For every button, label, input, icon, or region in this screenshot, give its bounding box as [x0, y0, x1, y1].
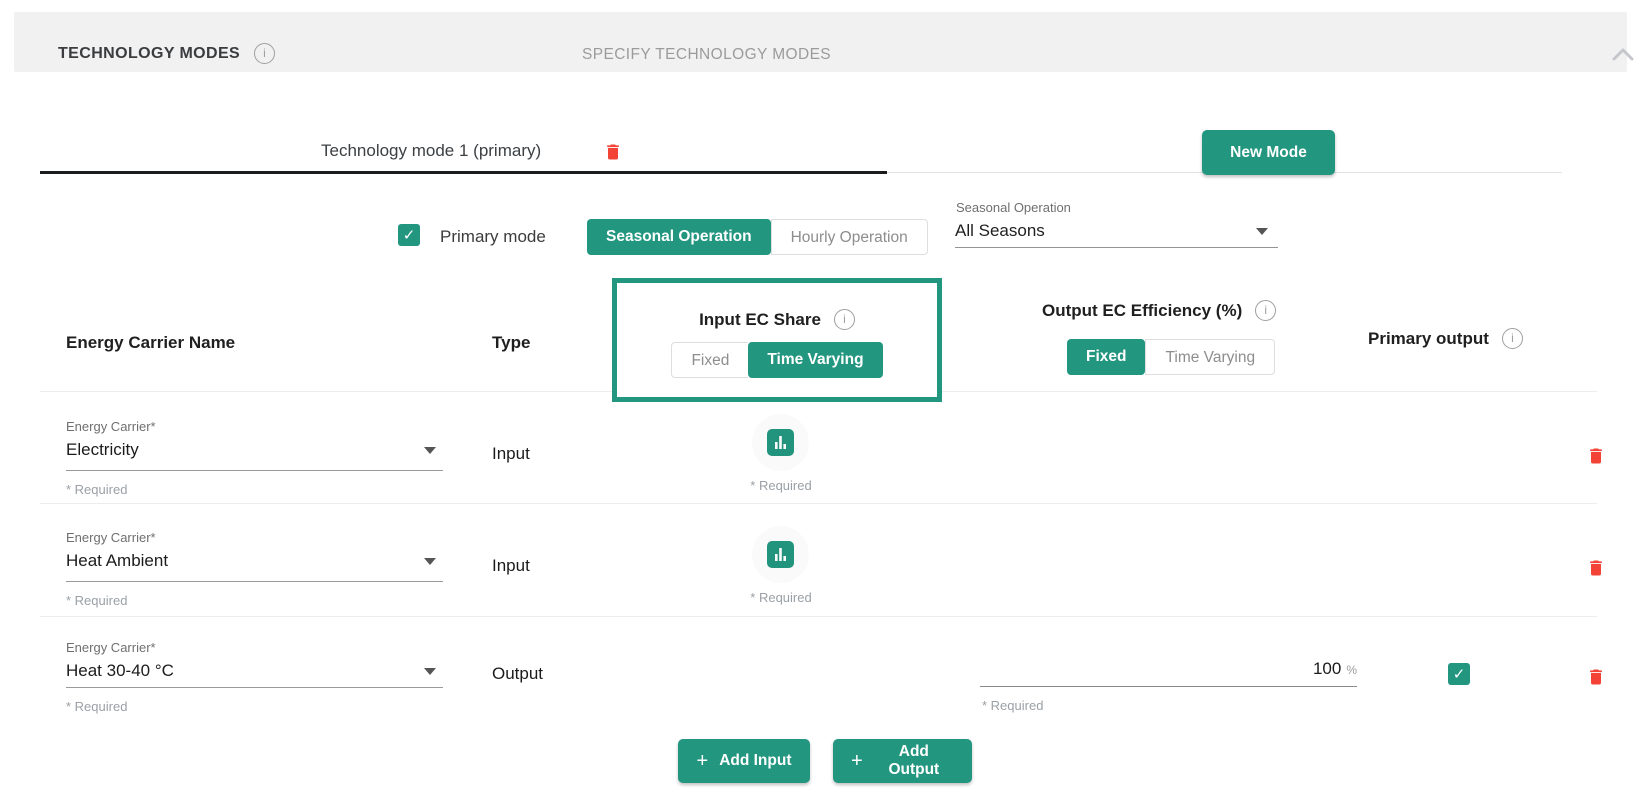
- tab-technology-mode-1[interactable]: Technology mode 1 (primary): [321, 141, 541, 161]
- field-underline: [980, 686, 1357, 687]
- operation-toggle: Seasonal Operation Hourly Operation: [587, 219, 928, 255]
- info-icon[interactable]: [1502, 328, 1523, 349]
- new-mode-button[interactable]: New Mode: [1202, 130, 1335, 175]
- seasonal-operation-select-label: Seasonal Operation: [956, 200, 1071, 215]
- required-hint: * Required: [66, 699, 127, 714]
- section-subtitle: SPECIFY TECHNOLOGY MODES: [582, 46, 831, 64]
- select-underline: [955, 247, 1278, 248]
- bar-chart-icon: [767, 429, 794, 456]
- info-icon[interactable]: [1255, 300, 1276, 321]
- dropdown-caret-icon[interactable]: [424, 447, 436, 454]
- field-underline: [66, 687, 443, 688]
- energy-carrier-select[interactable]: Heat Ambient: [66, 551, 168, 571]
- carrier-type: Input: [492, 444, 530, 464]
- info-icon[interactable]: [834, 309, 855, 330]
- input-share-chart-button[interactable]: [767, 429, 794, 456]
- carrier-type: Output: [492, 664, 543, 684]
- input-share-fixed-toggle[interactable]: Fixed: [671, 342, 748, 378]
- divider: [40, 616, 1597, 617]
- field-underline: [66, 470, 443, 471]
- input-ec-share-highlight-box: Input EC Share Fixed Time Varying: [612, 278, 942, 402]
- required-hint: * Required: [731, 590, 831, 605]
- column-header-primary-output: Primary output: [1368, 329, 1489, 349]
- column-header-energy-carrier: Energy Carrier Name: [66, 333, 235, 353]
- field-underline: [66, 581, 443, 582]
- delete-row-button[interactable]: [1586, 444, 1606, 468]
- efficiency-field[interactable]: 100%: [980, 659, 1357, 679]
- toggle-seasonal-operation[interactable]: Seasonal Operation: [587, 219, 771, 255]
- output-efficiency-mode-toggle: Fixed Time Varying: [1067, 339, 1275, 375]
- column-header-type: Type: [492, 333, 530, 353]
- input-share-time-varying-toggle[interactable]: Time Varying: [748, 342, 882, 378]
- output-efficiency-header: Output EC Efficiency (%): [1042, 300, 1276, 321]
- add-input-button[interactable]: + Add Input: [678, 739, 810, 783]
- bar-chart-icon: [767, 541, 794, 568]
- primary-mode-checkbox[interactable]: [398, 224, 420, 246]
- trash-icon: [1586, 444, 1606, 468]
- add-input-label: Add Input: [719, 752, 791, 770]
- energy-carrier-select[interactable]: Electricity: [66, 440, 139, 460]
- plus-icon: +: [851, 751, 863, 771]
- dropdown-caret-icon[interactable]: [424, 668, 436, 675]
- info-icon[interactable]: [254, 43, 275, 64]
- required-hint: * Required: [66, 593, 127, 608]
- input-share-chart-button[interactable]: [767, 541, 794, 568]
- section-title: TECHNOLOGY MODES: [58, 45, 240, 63]
- primary-output-header: Primary output: [1368, 328, 1523, 349]
- trash-icon: [603, 140, 623, 164]
- efficiency-unit: %: [1346, 663, 1357, 677]
- trash-icon: [1586, 556, 1606, 580]
- output-efficiency-fixed-toggle[interactable]: Fixed: [1067, 339, 1145, 375]
- technology-modes-panel: TECHNOLOGY MODES SPECIFY TECHNOLOGY MODE…: [0, 0, 1635, 803]
- energy-carrier-field-label: Energy Carrier*: [66, 419, 156, 434]
- energy-carrier-select[interactable]: Heat 30-40 °C: [66, 661, 174, 681]
- add-output-label: Add Output: [874, 743, 954, 779]
- delete-row-button[interactable]: [1586, 665, 1606, 689]
- energy-carrier-field-label: Energy Carrier*: [66, 640, 156, 655]
- required-hint: * Required: [731, 478, 831, 493]
- toggle-hourly-operation[interactable]: Hourly Operation: [771, 219, 928, 255]
- delete-row-button[interactable]: [1586, 556, 1606, 580]
- trash-icon: [1586, 665, 1606, 689]
- required-hint: * Required: [982, 698, 1043, 713]
- efficiency-value[interactable]: 100: [1313, 659, 1341, 678]
- chevron-up-icon[interactable]: [1612, 46, 1634, 62]
- section-header-bar: TECHNOLOGY MODES SPECIFY TECHNOLOGY MODE…: [14, 12, 1627, 72]
- column-header-input-ec-share: Input EC Share: [699, 310, 821, 330]
- primary-mode-label: Primary mode: [440, 227, 546, 247]
- column-header-output-ec-efficiency: Output EC Efficiency (%): [1042, 301, 1242, 321]
- output-efficiency-time-varying-toggle[interactable]: Time Varying: [1145, 339, 1275, 375]
- primary-output-checkbox[interactable]: [1448, 663, 1470, 685]
- input-share-mode-toggle: Fixed Time Varying: [671, 342, 882, 378]
- add-output-button[interactable]: + Add Output: [833, 739, 972, 783]
- plus-icon: +: [697, 751, 709, 771]
- seasonal-operation-select[interactable]: All Seasons: [955, 221, 1045, 241]
- dropdown-caret-icon[interactable]: [1256, 228, 1268, 235]
- dropdown-caret-icon[interactable]: [424, 558, 436, 565]
- divider: [40, 503, 1597, 504]
- delete-mode-button[interactable]: [603, 140, 623, 164]
- energy-carrier-field-label: Energy Carrier*: [66, 530, 156, 545]
- required-hint: * Required: [66, 482, 127, 497]
- active-tab-indicator: [40, 171, 887, 174]
- carrier-type: Input: [492, 556, 530, 576]
